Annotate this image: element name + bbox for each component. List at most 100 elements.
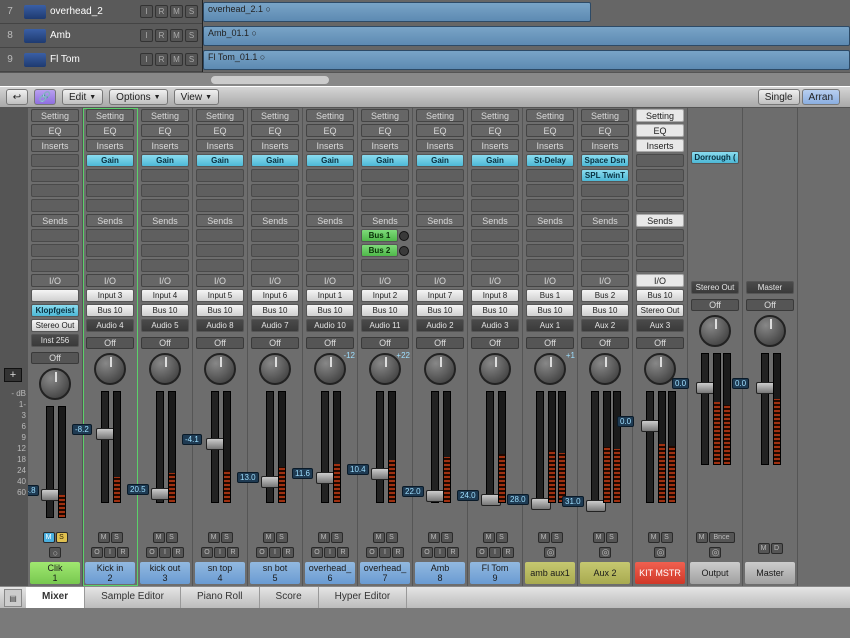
send-slot[interactable] xyxy=(581,259,629,272)
m-button[interactable]: M xyxy=(43,532,55,543)
send-slot[interactable] xyxy=(416,259,464,272)
o-button[interactable]: O xyxy=(91,547,103,558)
eq-slot[interactable]: EQ xyxy=(141,124,189,137)
track-s-button[interactable]: S xyxy=(185,53,198,66)
m-button[interactable]: M xyxy=(373,532,385,543)
track-row[interactable]: 8 Amb IRMS Amb_01.1 ○ xyxy=(0,24,850,48)
insert-slot[interactable] xyxy=(416,169,464,182)
s-button[interactable]: S xyxy=(606,532,618,543)
insert-slot[interactable] xyxy=(31,199,79,212)
send-slot[interactable] xyxy=(636,244,684,257)
insert-slot[interactable] xyxy=(306,169,354,182)
audio-clip[interactable]: overhead_2.1 ○ xyxy=(203,2,591,22)
track-i-button[interactable]: I xyxy=(140,53,153,66)
insert-slot[interactable] xyxy=(416,199,464,212)
automation-mode[interactable]: Off xyxy=(691,299,739,311)
send-slot[interactable] xyxy=(636,229,684,242)
send-slot[interactable] xyxy=(141,229,189,242)
automation-mode[interactable]: Off xyxy=(306,337,354,349)
audio-clip[interactable]: Amb_01.1 ○ xyxy=(203,26,850,46)
send-slot[interactable] xyxy=(361,259,409,272)
io-input[interactable]: Input 3 xyxy=(86,289,134,302)
automation-mode[interactable]: Off xyxy=(361,337,409,349)
i-button[interactable]: I xyxy=(104,547,116,558)
o-button[interactable]: O xyxy=(421,547,433,558)
channel-label[interactable]: overhead_6 xyxy=(305,562,355,584)
channel-label[interactable]: overhead_7 xyxy=(360,562,410,584)
insert-slot[interactable] xyxy=(86,169,134,182)
automation-mode[interactable]: Off xyxy=(86,337,134,349)
io-input[interactable]: Input 4 xyxy=(141,289,189,302)
track-s-button[interactable]: S xyxy=(185,29,198,42)
insert-slot[interactable]: Dorrough ( xyxy=(691,151,739,164)
track-i-button[interactable]: I xyxy=(140,5,153,18)
automation-mode[interactable]: Off xyxy=(636,337,684,349)
pan-knob[interactable] xyxy=(39,368,71,400)
r-button[interactable]: R xyxy=(337,547,349,558)
io-output[interactable]: Klopfgeist xyxy=(31,304,79,317)
insert-slot[interactable] xyxy=(251,199,299,212)
send-slot[interactable] xyxy=(306,229,354,242)
insert-slot[interactable]: Gain xyxy=(471,154,519,167)
insert-slot[interactable] xyxy=(416,184,464,197)
insert-slot[interactable]: SPL TwinT xyxy=(581,169,629,182)
r-button[interactable]: R xyxy=(227,547,239,558)
i-button[interactable]: I xyxy=(434,547,446,558)
io-output[interactable]: Stereo Out xyxy=(636,304,684,317)
fader[interactable]: 31.0 xyxy=(591,391,599,503)
automation-mode[interactable]: Off xyxy=(141,337,189,349)
io-input[interactable]: Input 2 xyxy=(361,289,409,302)
eq-slot[interactable]: EQ xyxy=(636,124,684,137)
channel-label[interactable]: Fl Tom9 xyxy=(470,562,520,584)
io-output[interactable]: Bus 10 xyxy=(471,304,519,317)
insert-slot[interactable]: Gain xyxy=(416,154,464,167)
io-input[interactable]: Input 6 xyxy=(251,289,299,302)
send-slot[interactable] xyxy=(196,229,244,242)
o-button[interactable]: O xyxy=(146,547,158,558)
o-button[interactable]: O xyxy=(311,547,323,558)
automation-mode[interactable]: Off xyxy=(251,337,299,349)
pan-knob[interactable] xyxy=(754,315,786,347)
fader[interactable]: 28.0 xyxy=(536,391,544,503)
automation-mode[interactable]: Off xyxy=(196,337,244,349)
insert-slot[interactable]: Gain xyxy=(196,154,244,167)
eq-slot[interactable]: EQ xyxy=(581,124,629,137)
list-icon[interactable]: ▤ xyxy=(4,589,22,607)
insert-slot[interactable] xyxy=(306,184,354,197)
o-button[interactable]: O xyxy=(256,547,268,558)
i-button[interactable]: I xyxy=(379,547,391,558)
m-button[interactable]: M xyxy=(318,532,330,543)
fader[interactable]: 0.0 xyxy=(701,353,709,465)
eq-slot[interactable]: EQ xyxy=(196,124,244,137)
io-output[interactable]: Bus 10 xyxy=(306,304,354,317)
track-r-button[interactable]: R xyxy=(155,29,168,42)
insert-slot[interactable] xyxy=(526,169,574,182)
r-button[interactable]: R xyxy=(502,547,514,558)
pan-knob[interactable] xyxy=(589,353,621,385)
channel-label[interactable]: Clik1 xyxy=(30,562,80,584)
send-slot[interactable] xyxy=(141,244,189,257)
eq-slot[interactable]: EQ xyxy=(306,124,354,137)
eq-slot[interactable]: EQ xyxy=(471,124,519,137)
fader[interactable]: 22.0 xyxy=(431,391,439,503)
io-input[interactable]: Input 8 xyxy=(471,289,519,302)
r-button[interactable]: R xyxy=(172,547,184,558)
setting-button[interactable]: Setting xyxy=(196,109,244,122)
send-slot[interactable] xyxy=(471,244,519,257)
send-slot[interactable] xyxy=(581,244,629,257)
editor-tab[interactable]: Piano Roll xyxy=(181,587,260,608)
send-slot[interactable]: Bus 2 xyxy=(361,244,398,257)
send-slot[interactable] xyxy=(86,259,134,272)
fader[interactable]: 14.8 xyxy=(46,406,54,518)
send-knob[interactable] xyxy=(399,246,409,256)
arrange-hscroll[interactable] xyxy=(0,72,850,86)
insert-slot[interactable] xyxy=(526,199,574,212)
link-button[interactable]: 🔗 xyxy=(34,89,56,105)
insert-slot[interactable] xyxy=(306,199,354,212)
insert-slot[interactable] xyxy=(196,199,244,212)
io-input[interactable]: Input 5 xyxy=(196,289,244,302)
send-knob[interactable] xyxy=(399,231,409,241)
send-slot[interactable] xyxy=(251,259,299,272)
insert-slot[interactable] xyxy=(471,184,519,197)
channel-label[interactable]: Kick in2 xyxy=(85,562,135,584)
